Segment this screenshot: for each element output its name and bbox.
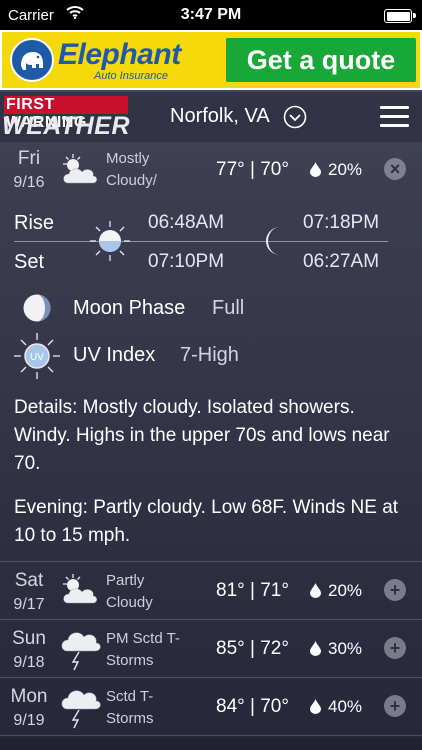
expand-button[interactable]: +: [384, 579, 406, 601]
partly-cloudy-icon: [63, 574, 97, 604]
details-text: Details: Mostly cloudy. Isolated showers…: [14, 397, 390, 474]
chevron-down-icon[interactable]: [283, 105, 307, 129]
status-time: 3:47 PM: [180, 6, 242, 23]
forecast-row-mon[interactable]: Mon 9/19 Sctd T- Storms 84° | 70° 40% +: [0, 678, 422, 734]
condition-line2: Cloudy: [106, 594, 153, 611]
thunderstorm-icon: [61, 632, 101, 671]
battery-nub: [413, 13, 416, 18]
status-bar: Carrier 3:47 PM: [0, 0, 422, 30]
collapse-button[interactable]: ×: [384, 158, 406, 180]
thunderstorm-icon: [61, 690, 101, 729]
day-name: Sat: [14, 570, 44, 591]
raindrop-icon: [310, 641, 321, 656]
moonrise-time: 07:18PM: [303, 212, 380, 233]
evening-text: Evening: Partly cloudy. Low 68F. Winds N…: [14, 497, 399, 546]
today-condition: Mostly Cloudy/: [106, 148, 157, 192]
expand-button[interactable]: +: [384, 695, 406, 717]
condition-line2: Cloudy/: [106, 172, 157, 189]
condition-line1: Partly: [106, 572, 145, 589]
forecast-day: Sat 9/17: [0, 570, 58, 614]
ad-subtitle: Auto Insurance: [94, 70, 168, 82]
sun-icon: [90, 221, 130, 261]
forecast-temps: 84° | 70°: [216, 696, 289, 717]
forecast-day: Sun 9/18: [0, 628, 58, 672]
today-temps: 77° | 70°: [216, 159, 289, 180]
moon-phase-value: Full: [212, 297, 245, 319]
battery-icon: [384, 9, 412, 23]
forecast-precip: 30%: [328, 639, 363, 658]
forecast-temps: 85° | 72°: [216, 638, 289, 659]
raindrop-icon: [310, 699, 321, 714]
forecast-precip: 40%: [328, 697, 363, 716]
forecast-row-sat[interactable]: Sat 9/17 Partly Cloudy 81° | 71° 20% +: [0, 562, 422, 618]
day-name: Fri: [17, 148, 41, 169]
today-day: Fri 9/16: [0, 148, 58, 192]
raindrop-icon: [310, 583, 321, 598]
today-row[interactable]: Fri 9/16 Mostly Cloudy/ 77° | 70° 20% ×: [0, 144, 422, 200]
location-selector[interactable]: Norfolk, VA: [170, 105, 270, 128]
horizon-line: [14, 241, 388, 242]
ad-brand: Elephant: [58, 38, 181, 71]
day-date: 9/19: [13, 712, 45, 729]
forecast-condition: Partly Cloudy: [106, 570, 153, 614]
day-name: Mon: [10, 686, 48, 707]
moonset-time: 06:27AM: [303, 251, 380, 272]
moon-phase-label: Moon Phase: [73, 297, 186, 319]
sunset-time: 07:10PM: [148, 251, 225, 272]
uv-index-label: UV Index: [73, 344, 156, 366]
ad-background: Elephant Auto Insurance Get a quote: [2, 32, 420, 88]
day-name: Sun: [12, 628, 46, 649]
uv-index-icon: UV: [14, 333, 60, 379]
forecast-condition: PM Sctd T- Storms: [106, 628, 180, 672]
rise-label: Rise: [14, 212, 55, 234]
logo-line2: WEATHER: [2, 112, 131, 140]
hamburger-menu-icon[interactable]: [380, 106, 409, 128]
day-date: 9/17: [13, 596, 45, 613]
day-date: 9/18: [13, 654, 45, 671]
forecast-temps: 81° | 71°: [216, 580, 289, 601]
uv-icon-text: UV: [30, 352, 44, 363]
forecast-condition: Sctd T- Storms: [106, 686, 154, 730]
ad-banner[interactable]: Elephant Auto Insurance Get a quote: [0, 30, 422, 90]
day-date: 9/16: [13, 174, 45, 191]
sunrise-time: 06:48AM: [148, 212, 225, 233]
forecast-row-sun[interactable]: Sun 9/18 PM Sctd T- Storms 85° | 72° 30%…: [0, 620, 422, 676]
today-precip: 20%: [328, 160, 363, 179]
next-forecast-row-peek: [0, 738, 422, 750]
forecast-precip: 20%: [328, 581, 363, 600]
condition-line1: Sctd T-: [106, 688, 154, 705]
condition-line1: Mostly: [106, 150, 150, 167]
partly-cloudy-icon: [63, 154, 97, 184]
uv-index-value: 7-High: [180, 344, 239, 366]
get-quote-button[interactable]: Get a quote: [226, 38, 416, 82]
condition-line2: Storms: [106, 652, 154, 669]
condition-line1: PM Sctd T-: [106, 630, 180, 647]
expand-button[interactable]: +: [384, 637, 406, 659]
moon-phase-icon: [23, 294, 51, 322]
elephant-logo-icon: [10, 38, 54, 82]
forecast-day: Mon 9/19: [0, 686, 58, 730]
moon-icon: [266, 227, 280, 255]
set-label: Set: [14, 251, 45, 273]
condition-line2: Storms: [106, 710, 154, 727]
app-header: FIRST WARNING WEATHER Norfolk, VA: [0, 92, 422, 142]
raindrop-icon: [310, 162, 321, 177]
row-divider: [0, 735, 422, 736]
